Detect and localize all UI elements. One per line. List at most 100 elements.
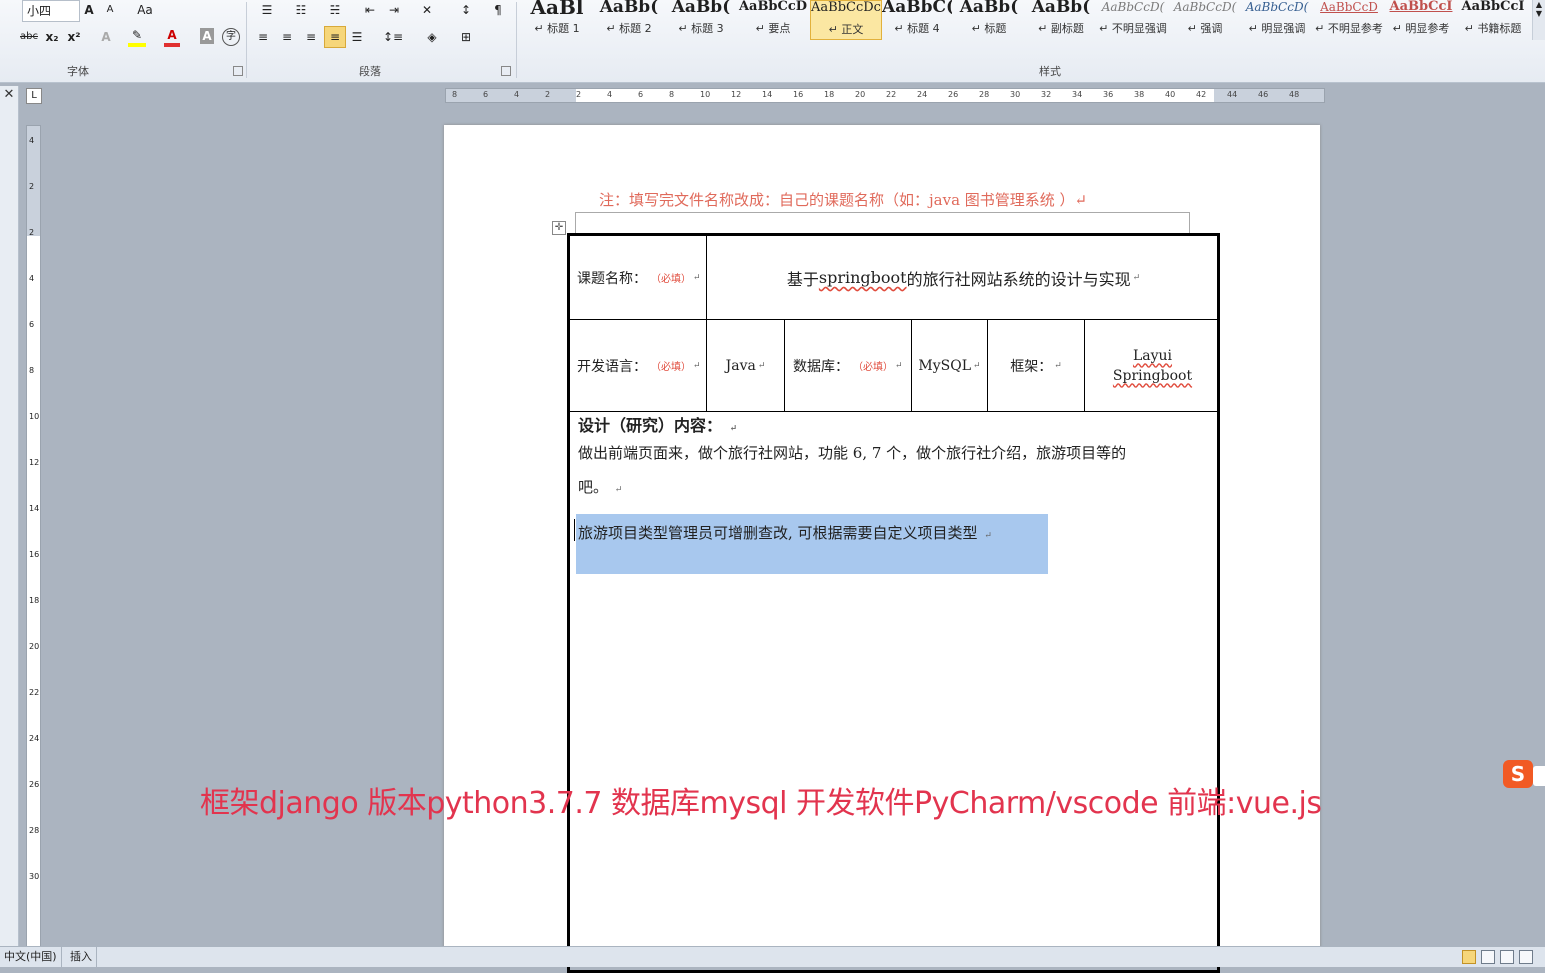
lang-value-cell[interactable]: Java ↵ [707,320,785,412]
style-item[interactable]: AaBbCcD ↵ 要点 [738,0,808,40]
style-item[interactable]: AaBb(↵ 标题 3 [666,0,736,40]
superscript-button[interactable]: x² [66,27,82,47]
style-name: ↵ 正文 [828,23,864,36]
fw-label-cell[interactable]: 框架： ↵ [988,320,1085,412]
style-item[interactable]: AaBbCcD(↵ 强调 [1170,0,1240,40]
strikethrough-button[interactable]: abc [18,27,40,47]
fw-value-cell[interactable]: Layui Springboot [1085,320,1220,412]
print-layout-view-icon[interactable] [1462,950,1476,964]
font-color-button[interactable]: A [164,27,180,47]
style-item[interactable]: AaBb(↵ 标题 2 [594,0,664,40]
topic-label-cell[interactable]: 课题名称： （必填） ↵ [570,236,707,320]
project-table[interactable]: 课题名称： （必填） ↵ 基于 springboot 的旅行社网站系统的设计与实… [567,233,1220,973]
ruler-tick-label: 38 [1134,90,1145,99]
ruler-tick-label: 28 [979,90,990,99]
ruler-left-margin [446,89,576,102]
ruler-tick-label: 6 [483,90,489,99]
selected-text[interactable]: 旅游项目类型管理员可增删查改, 可根据需要自定义项目类型 ↵ [578,522,992,543]
show-marks-button[interactable]: ¶ [488,0,508,20]
shrink-font-button[interactable]: A [104,0,116,20]
paragraph-mark: ↵ [1132,272,1141,283]
ruler-tick-label: 2 [545,90,551,99]
align-right-button[interactable]: ≡ [302,27,320,47]
borders-button[interactable]: ⊞ [456,27,476,47]
sort-button[interactable]: ↕ [456,0,476,20]
table-move-handle-icon[interactable]: ✛ [552,221,566,235]
subscript-button[interactable]: x₂ [44,27,60,47]
align-left-button[interactable]: ≡ [254,27,272,47]
paragraph-mark: ↵ [1054,360,1062,371]
lang-label-cell[interactable]: 开发语言： （必填） ↵ [570,320,707,412]
ruler-tick-label: 16 [793,90,804,99]
style-sample: AaBl [530,0,584,14]
style-name: ↵ 标题 1 [534,22,580,35]
align-center-button[interactable]: ≡ [278,27,296,47]
style-item[interactable]: AaBbC(↵ 标题 4 [882,0,952,40]
char-shading-button[interactable]: A [200,28,214,44]
sogou-ime-icon[interactable]: S [1503,760,1533,788]
style-name: ↵ 书籍标题 [1464,22,1522,35]
web-layout-view-icon[interactable] [1500,950,1514,964]
paragraph-mark: ↵ [973,360,981,371]
db-label-cell[interactable]: 数据库： （必填） ↵ [785,320,912,412]
sogou-ime-tab[interactable] [1533,766,1545,786]
multilevel-list-button[interactable]: ☵ [322,0,348,20]
style-sample: AaBb( [959,0,1019,14]
style-item[interactable]: AaBl ↵ 标题 1 [522,0,592,40]
note-text[interactable]: 注：填写完文件名称改成：自己的课题名称（如：java 图书管理系统 ）↵ [599,189,1087,210]
font-group-label: 字体 [67,65,89,78]
ruler-tick-label: 20 [855,90,866,99]
topic-value-cell[interactable]: 基于 springboot 的旅行社网站系统的设计与实现 ↵ [707,236,1220,320]
ruler-tick-label: 46 [1258,90,1269,99]
style-item[interactable]: AaBbCcI ↵ 书籍标题 [1458,0,1528,40]
decrease-indent-button[interactable]: ⇤ [360,0,380,20]
db-label: 数据库： [793,358,849,375]
style-item[interactable]: AaBbCcI ↵ 明显参考 [1386,0,1456,40]
distributed-button[interactable]: ☰ [348,27,366,47]
language-status[interactable]: 中文(中国) [0,947,62,967]
justify-button[interactable]: ≡ [324,26,346,48]
vertical-ruler[interactable]: 4 2 2 4 6 8 10 12 14 16 18 20 22 24 26 28 30 [26,125,41,947]
style-item[interactable]: AaBbCcD(↵ 明显强调 [1242,0,1312,40]
outline-view-icon[interactable] [1519,950,1533,964]
insert-mode-status[interactable]: 插入 [66,947,97,967]
highlight-color-button[interactable]: ✎ [128,27,146,47]
style-sample: AaBbCcD( [1245,0,1309,14]
style-item[interactable]: AaBbCcD(↵ 不明显强调 [1098,0,1168,40]
style-item[interactable]: AaBb(↵ 标题 [954,0,1024,40]
styles-scroll[interactable]: ▲ ▼ [1532,0,1545,40]
vruler-tick-label: 6 [29,320,35,329]
font-dialog-launcher[interactable] [233,66,243,76]
tab-selector[interactable]: L [26,88,42,104]
style-sample: AaBbC( [882,0,952,14]
style-item[interactable]: AaBbCcDc ↵ 正文 [810,0,882,40]
bullets-button[interactable]: ☰ [254,0,280,20]
paragraph-dialog-launcher[interactable] [501,66,511,76]
content-title[interactable]: 设计（研究）内容： ↵ [578,412,737,436]
ruler-tick-label: 6 [638,90,644,99]
db-value-cell[interactable]: MySQL ↵ [912,320,988,412]
font-size-dropdown[interactable]: 小四 [22,0,80,22]
vruler-tick-label: 24 [29,734,40,743]
text-effects-button[interactable]: A [98,27,114,47]
chinese-layout-button[interactable]: ✕ [414,0,440,20]
close-icon[interactable]: ✕ [2,88,16,102]
content-body[interactable]: 做出前端页面来，做个旅行社网站，功能 6, 7 个，做个旅行社介绍，旅游项目等的… [578,436,1218,507]
full-screen-view-icon[interactable] [1481,950,1495,964]
style-item[interactable]: AaBbCcD ↵ 不明显参考 [1314,0,1384,40]
shading-button[interactable]: ◈ [422,27,442,47]
content-line-2-text: 吧。 [578,478,609,496]
ruler-tick-label: 8 [452,90,458,99]
style-sample: AaBbCcD [1320,0,1378,14]
numbering-button[interactable]: ☷ [288,0,314,20]
styles-gallery: AaBl ↵ 标题 1 AaBb(↵ 标题 2 AaBb(↵ 标题 3 AaBbCcD ↵… [522,0,1532,44]
style-item[interactable]: AaBb(↵ 副标题 [1026,0,1096,40]
grow-font-button[interactable]: A [82,0,96,20]
change-case-button[interactable]: Aa [134,0,156,20]
horizontal-ruler[interactable]: 8 6 4 2 2 4 6 8 10 12 14 16 18 20 22 24 26 28 30 32 34 36 38 40… [445,88,1325,103]
increase-indent-button[interactable]: ⇥ [384,0,404,20]
vruler-tick-label: 26 [29,780,40,789]
line-spacing-button[interactable]: ↕≡ [380,27,406,47]
document-page[interactable]: 注：填写完文件名称改成：自己的课题名称（如：java 图书管理系统 ）↵ ✛ 课… [444,125,1320,973]
enclose-char-button[interactable]: 字 [222,28,240,46]
